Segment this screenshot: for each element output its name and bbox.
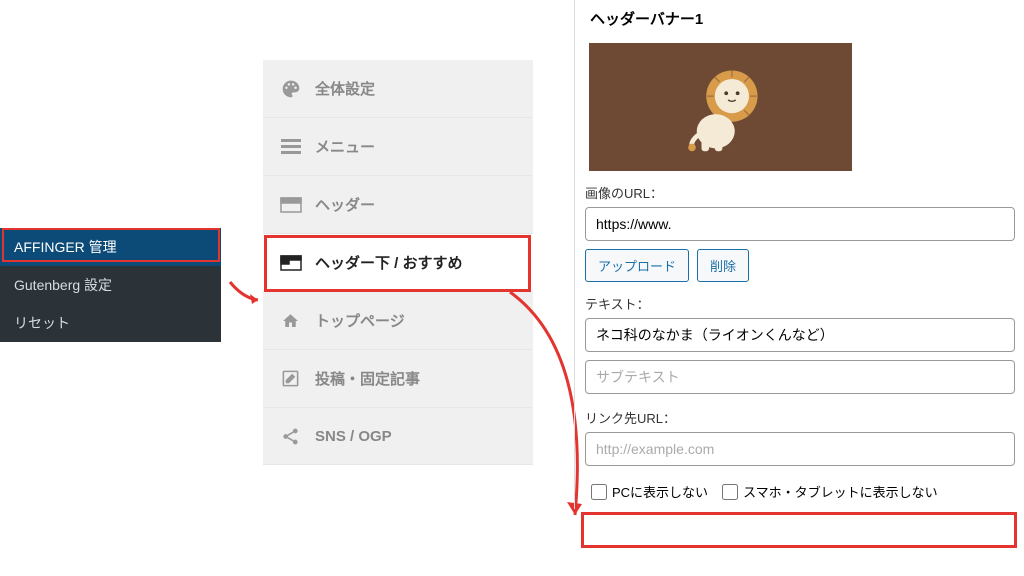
delete-button[interactable]: 削除 [697, 249, 749, 282]
menu-item-menu[interactable]: メニュー [263, 118, 533, 176]
menu-item-label: ヘッダー下 / おすすめ [315, 252, 463, 273]
upload-button[interactable]: アップロード [585, 249, 689, 282]
link-url-input[interactable] [585, 432, 1015, 466]
home-icon [279, 311, 302, 331]
admin-sidebar: AFFINGER 管理 Gutenberg 設定 リセット [0, 228, 221, 342]
panel-title: ヘッダーバナー1 [585, 0, 1024, 43]
arrow-icon [228, 280, 268, 310]
image-url-label: 画像のURL： [585, 183, 1024, 202]
highlight-box [581, 512, 1017, 548]
arrow-icon [320, 290, 600, 530]
menu-item-general[interactable]: 全体設定 [263, 60, 533, 118]
sidebar-item-affinger[interactable]: AFFINGER 管理 [0, 228, 221, 266]
checkbox-label: スマホ・タブレットに表示しない [743, 482, 938, 501]
link-url-label: リンク先URL： [585, 408, 1024, 427]
sidebar-item-label: Gutenberg 設定 [14, 277, 112, 293]
menu-item-header-below[interactable]: ヘッダー下 / おすすめ [263, 234, 533, 292]
hide-sp-option[interactable]: スマホ・タブレットに表示しない [722, 482, 938, 501]
menu-item-label: 全体設定 [315, 78, 375, 99]
sidebar-item-gutenberg[interactable]: Gutenberg 設定 [0, 266, 221, 304]
banner-preview-image [589, 43, 852, 171]
share-icon [279, 426, 302, 446]
hide-pc-checkbox[interactable] [591, 484, 607, 500]
text-label: テキスト： [585, 294, 1024, 313]
hamburger-icon [279, 137, 302, 157]
menu-item-header[interactable]: ヘッダー [263, 176, 533, 234]
visibility-checkboxes: PCに表示しない スマホ・タブレットに表示しない [585, 474, 1024, 509]
hide-pc-option[interactable]: PCに表示しない [591, 482, 708, 501]
lion-icon [673, 60, 768, 155]
banner-settings-panel: ヘッダーバナー1 画像のURL： アップロード 削除 テキスト： リンク先URL… [574, 0, 1024, 509]
hide-sp-checkbox[interactable] [722, 484, 738, 500]
sidebar-item-label: AFFINGER 管理 [14, 239, 117, 255]
sidebar-item-label: リセット [14, 315, 70, 331]
menu-item-label: メニュー [315, 136, 375, 157]
header-below-icon [279, 253, 302, 273]
sidebar-item-reset[interactable]: リセット [0, 304, 221, 342]
subtext-input[interactable] [585, 360, 1015, 394]
checkbox-label: PCに表示しない [612, 482, 708, 501]
edit-icon [279, 369, 302, 389]
header-icon [279, 195, 302, 215]
image-url-input[interactable] [585, 207, 1015, 241]
palette-icon [279, 79, 302, 99]
menu-item-label: ヘッダー [315, 194, 375, 215]
text-input[interactable] [585, 318, 1015, 352]
